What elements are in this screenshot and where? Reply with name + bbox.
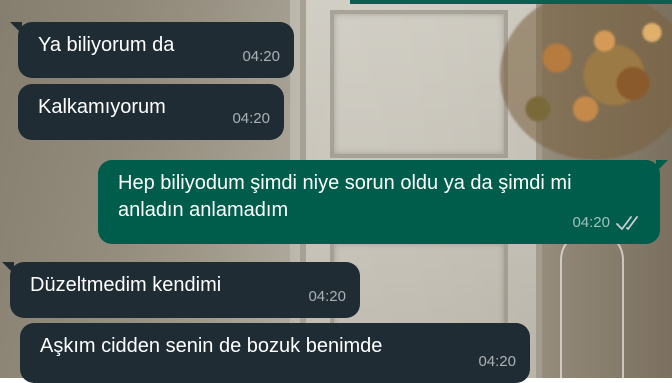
outgoing-message[interactable]: Hep biliyodum şimdi niye sorun oldu ya d… [98, 160, 668, 244]
message-meta: 04:20 [478, 348, 516, 375]
message-text: Düzeltmedim kendimi [30, 274, 222, 296]
message-time: 04:20 [572, 214, 610, 231]
double-check-icon [616, 214, 646, 232]
incoming-message[interactable]: Kalkamıyorum 04:20 [18, 84, 284, 140]
message-text: Hep biliyodum şimdi niye sorun oldu ya d… [118, 172, 572, 221]
message-time: 04:20 [478, 353, 516, 370]
message-time: 04:20 [308, 288, 346, 305]
message-meta: 04:20 [572, 209, 646, 236]
message-text: Ya biliyorum da [38, 34, 175, 56]
message-time: 04:20 [242, 48, 280, 65]
incoming-message[interactable]: Düzeltmedim kendimi 04:20 [2, 262, 360, 318]
incoming-message[interactable]: Ya biliyorum da 04:20 [10, 22, 294, 78]
message-list[interactable]: Ya biliyorum da 04:20 Kalkamıyorum 04:20… [0, 0, 672, 383]
message-meta: 04:20 [232, 105, 270, 132]
message-meta: 04:20 [308, 283, 346, 310]
message-time: 04:20 [232, 110, 270, 127]
message-text: Aşkım cidden senin de bozuk benimde [40, 335, 383, 357]
message-meta: 04:20 [242, 43, 280, 70]
incoming-message[interactable]: Aşkım cidden senin de bozuk benimde 04:2… [20, 323, 530, 383]
